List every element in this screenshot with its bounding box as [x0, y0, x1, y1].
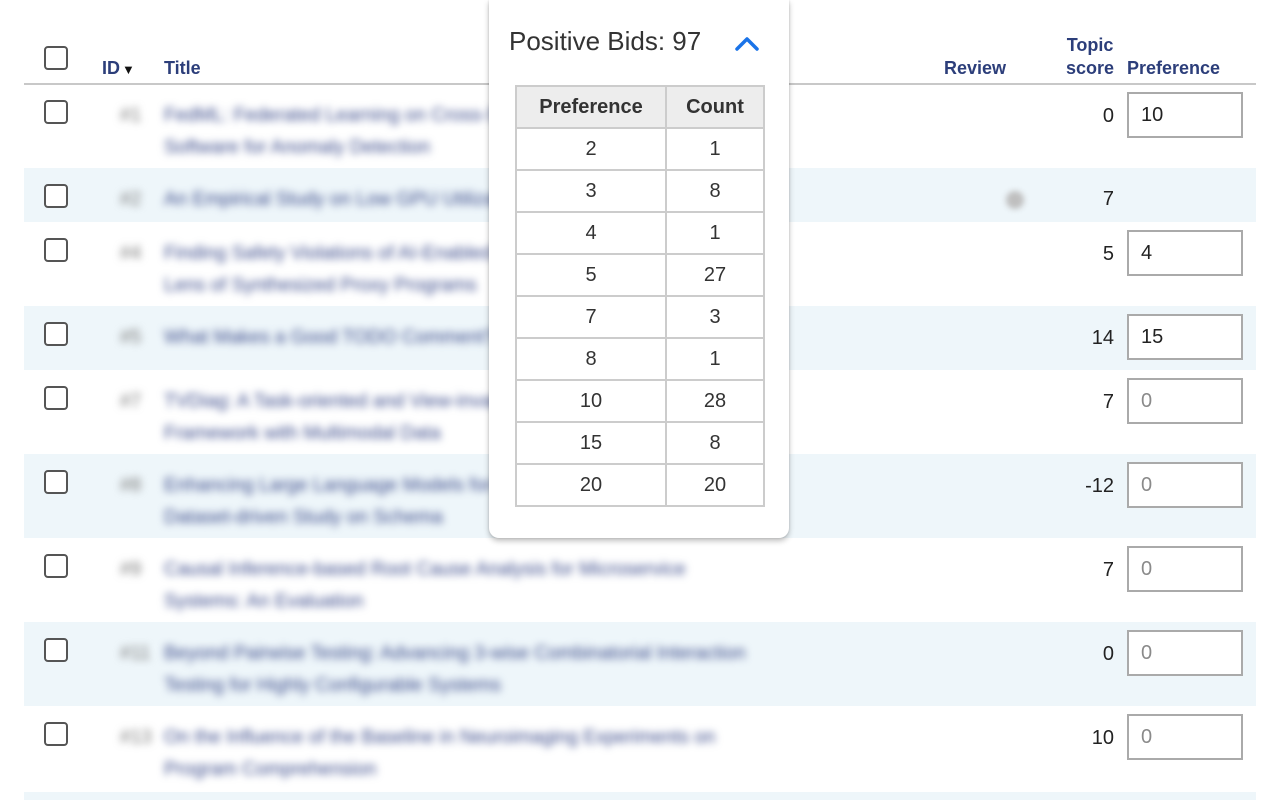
topic-score: 0 [1102, 643, 1114, 665]
row-title-line2[interactable]: Framework with Multimodal Data [164, 423, 441, 445]
row-checkbox[interactable] [44, 386, 68, 410]
bids-count-table: Preference Count 2 1 3 8 4 1 5 27 7 3 8 1 10 28 15 8 20 2… [515, 85, 765, 507]
next-row-edge [24, 792, 1256, 800]
preference-value: 2 [515, 127, 667, 171]
row-title-line2[interactable]: Testing for Highly Configurable Systems [164, 675, 501, 697]
row-id: #7 [120, 391, 142, 412]
count-value: 1 [665, 211, 765, 255]
row-checkbox[interactable] [44, 322, 68, 346]
row-checkbox[interactable] [44, 638, 68, 662]
bid-count-row: 73 [515, 295, 765, 339]
row-title-line1[interactable]: What Makes a Good TODO Comment? [164, 327, 495, 349]
popup-title: Positive Bids: 97 [509, 26, 702, 56]
count-col-header: Count [665, 85, 765, 129]
sort-down-icon: ▼ [122, 62, 135, 77]
preference-input[interactable]: 0 [1127, 714, 1243, 760]
title-column-header[interactable]: Title [164, 58, 201, 79]
count-value: 3 [665, 295, 765, 339]
table-row: #13 On the Influence of the Baseline in N… [24, 706, 1256, 792]
topic-score-line1: Topic [1066, 35, 1114, 55]
topic-score: 7 [1102, 188, 1114, 210]
preference-input[interactable]: 15 [1127, 314, 1243, 360]
row-checkbox[interactable] [44, 722, 68, 746]
row-title-line1[interactable]: Beyond Pairwise Testing: Advancing 3-wis… [164, 643, 746, 665]
bid-count-row: 20 20 [515, 463, 765, 507]
row-id: #13 [120, 727, 152, 748]
preference-col-header: Preference [515, 85, 667, 129]
preference-value: 20 [515, 463, 667, 507]
bid-count-row: 15 8 [515, 421, 765, 465]
preference-value: 10 [515, 379, 667, 423]
id-column-header[interactable]: ID ▼ [102, 58, 135, 79]
preference-value: 7 [515, 295, 667, 339]
row-checkbox[interactable] [44, 184, 68, 208]
review-column-header[interactable]: Review [944, 58, 1006, 79]
topic-score: 7 [1102, 559, 1114, 581]
row-title-line1[interactable]: On the Influence of the Baseline in Neur… [164, 727, 715, 749]
row-id: #2 [120, 189, 142, 210]
preference-input[interactable]: 4 [1127, 230, 1243, 276]
row-id: #9 [120, 559, 142, 580]
bid-count-row: 21 [515, 127, 765, 171]
topic-score-line2: score [1066, 58, 1115, 78]
preference-input[interactable]: 0 [1127, 546, 1243, 592]
preference-value: 4 [515, 211, 667, 255]
preference-value: 3 [515, 169, 667, 213]
count-value: 27 [665, 253, 765, 297]
chevron-up-icon[interactable] [733, 32, 761, 54]
topic-score: 10 [1091, 727, 1114, 749]
topic-score: 0 [1102, 105, 1114, 127]
preference-input[interactable]: 0 [1127, 378, 1243, 424]
table-row: #9 Causal Inference-based Root Cause Anal… [24, 538, 1256, 622]
row-id: #5 [120, 327, 142, 348]
row-title-line2[interactable]: Dataset-driven Study on Schema [164, 507, 443, 529]
row-id: #4 [120, 243, 142, 264]
count-value: 1 [665, 337, 765, 381]
count-value: 20 [665, 463, 765, 507]
preference-input[interactable]: 0 [1127, 462, 1243, 508]
topic-score: 7 [1102, 391, 1114, 413]
row-title-line2[interactable]: Program Comprehension [164, 759, 376, 781]
preference-input[interactable]: 0 [1127, 630, 1243, 676]
bid-count-row: 38 [515, 169, 765, 213]
row-title-line2[interactable]: Lens of Synthesized Proxy Programs [164, 275, 477, 297]
row-checkbox[interactable] [44, 238, 68, 262]
review-indicator-icon [1006, 191, 1024, 209]
preference-input[interactable]: 10 [1127, 92, 1243, 138]
preference-value: 15 [515, 421, 667, 465]
row-checkbox[interactable] [44, 470, 68, 494]
count-value: 1 [665, 127, 765, 171]
bid-count-row: 10 28 [515, 379, 765, 423]
select-all-checkbox[interactable] [44, 46, 68, 70]
row-id: #1 [120, 105, 142, 126]
positive-bids-popup: Positive Bids: 97 Preference Count 21384… [489, 0, 789, 538]
bid-count-row: 41 [515, 211, 765, 255]
topic-score: 5 [1102, 243, 1114, 265]
preference-value: 8 [515, 337, 667, 381]
count-value: 8 [665, 169, 765, 213]
row-title-line2[interactable]: Software for Anomaly Detection [164, 137, 430, 159]
topic-score: 14 [1091, 327, 1114, 349]
topic-score-column-header[interactable]: Topic score [1066, 34, 1114, 80]
preference-column-header[interactable]: Preference [1127, 58, 1220, 79]
row-id: #8 [120, 475, 142, 496]
count-value: 28 [665, 379, 765, 423]
preference-value: 5 [515, 253, 667, 297]
id-label: ID [102, 58, 120, 78]
row-title-line1[interactable]: Causal Inference-based Root Cause Analys… [164, 559, 686, 581]
count-value: 8 [665, 421, 765, 465]
table-row: #11 Beyond Pairwise Testing: Advancing 3-… [24, 622, 1256, 706]
row-checkbox[interactable] [44, 100, 68, 124]
topic-score: -12 [1085, 475, 1114, 497]
row-checkbox[interactable] [44, 554, 68, 578]
bid-count-row: 81 [515, 337, 765, 381]
row-title-line2[interactable]: Systems: An Evaluation [164, 591, 364, 613]
bid-count-row: 5 27 [515, 253, 765, 297]
row-id: #11 [120, 643, 151, 664]
